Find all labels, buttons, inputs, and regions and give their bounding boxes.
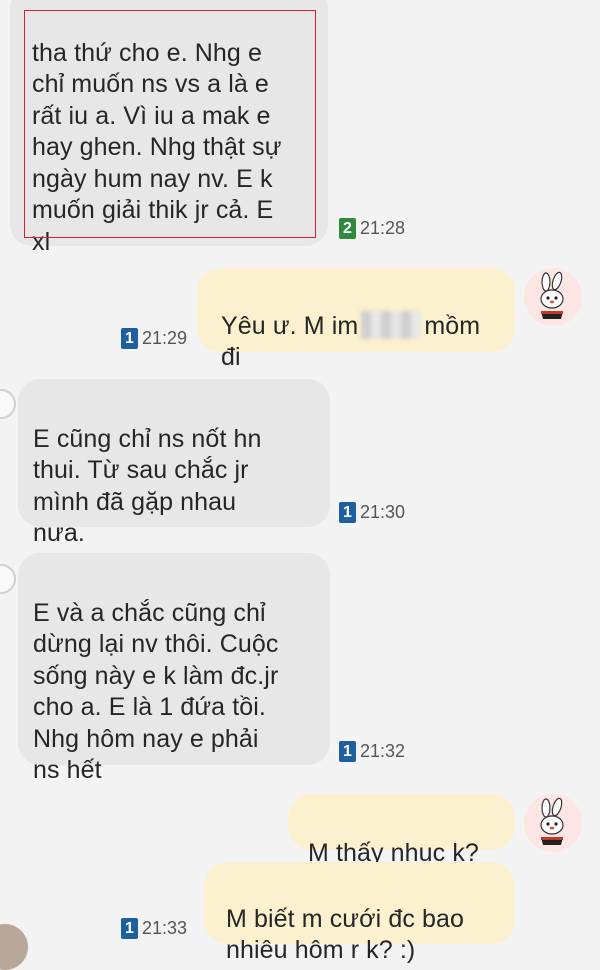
sim-card-icon: 1 [339,741,356,762]
contact-avatar-partial-1[interactable] [0,389,16,419]
message-bubble-outgoing-1[interactable]: Yêu ư. M im mồm đi [197,268,515,371]
censor-blur [361,310,422,339]
message-meta-1: 2 21:28 [339,218,405,239]
message-text: M biết m cưới đc bao nhiêu hôm r k? :) [226,904,464,965]
message-time: 21:32 [360,741,406,761]
bunny-magician-avatar-icon [540,797,564,845]
message-time: 21:33 [142,918,188,938]
contact-avatar-partial-2[interactable] [0,564,16,594]
sim-card-icon: 1 [121,918,138,939]
message-text: E cũng chỉ ns nốt hn thui. Từ sau chắc j… [33,424,262,548]
message-text: E và a chắc cũng chỉ dừng lại nv thôi. C… [33,598,279,785]
message-bubble-incoming-3[interactable]: E và a chắc cũng chỉ dừng lại nv thôi. C… [18,553,330,784]
contact-avatar-2[interactable] [524,794,582,852]
sim-card-icon: 1 [121,328,138,349]
contact-avatar-partial-3[interactable] [0,924,28,970]
sim-card-icon: 2 [339,218,356,239]
message-meta-3: 1 21:30 [339,502,405,523]
message-meta-2: 1 21:29 [121,328,187,349]
bunny-magician-avatar-icon [540,271,564,319]
message-meta-4: 1 21:32 [339,741,405,762]
sim-card-icon: 1 [339,502,356,523]
red-highlight-frame [24,10,316,238]
message-time: 21:30 [360,502,406,522]
message-time: 21:28 [360,218,406,238]
message-time: 21:29 [142,328,188,348]
message-bubble-outgoing-2[interactable]: M thấy nhục k? [288,794,515,867]
message-meta-6: 1 21:33 [121,918,187,939]
message-bubble-incoming-2[interactable]: E cũng chỉ ns nốt hn thui. Từ sau chắc j… [18,379,330,547]
message-bubble-outgoing-3[interactable]: M biết m cưới đc bao nhiêu hôm r k? :) [204,862,515,964]
contact-avatar-1[interactable] [524,268,582,326]
message-text-before: Yêu ư. M im [221,311,359,340]
